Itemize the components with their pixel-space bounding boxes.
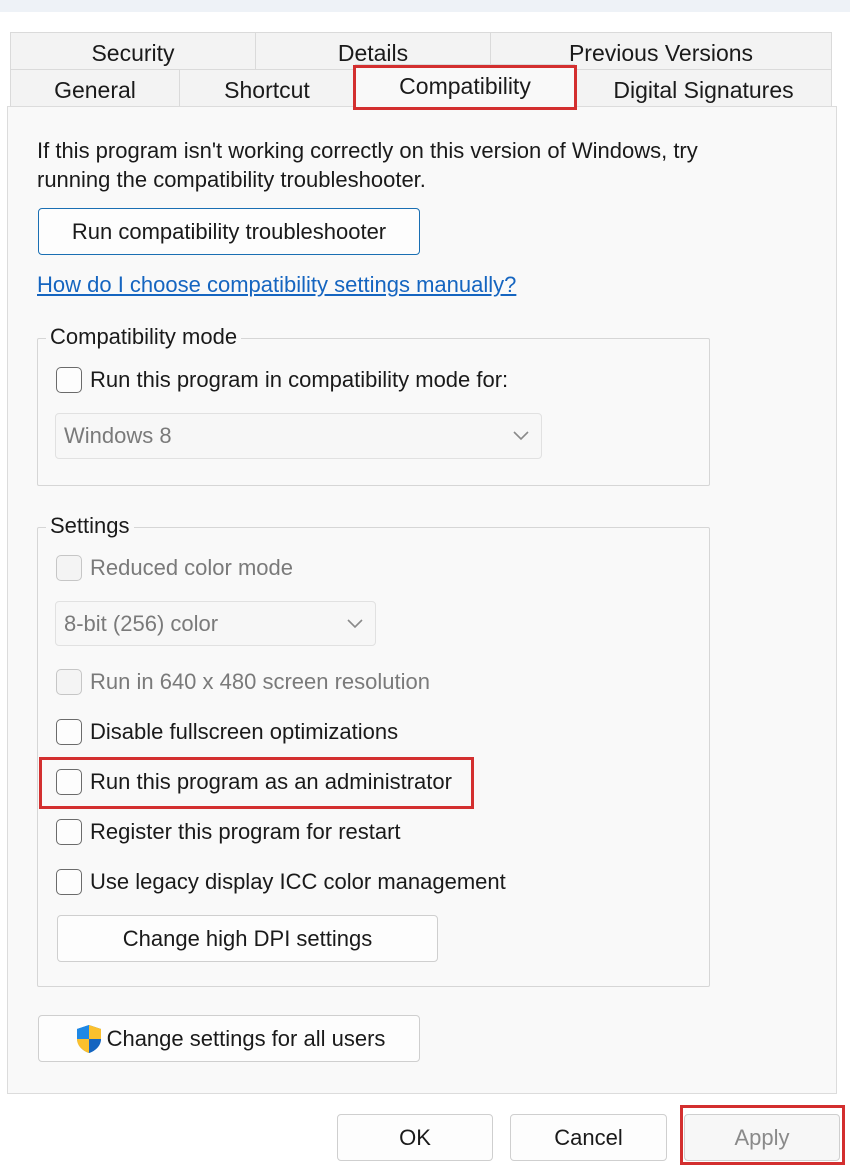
admin-checkbox[interactable]	[56, 769, 82, 795]
compatibility-mode-label: Compatibility mode	[46, 324, 242, 350]
os-select: Windows 8	[55, 413, 542, 459]
change-dpi-button[interactable]: Change high DPI settings	[57, 915, 438, 962]
reduced-color-row: Reduced color mode	[56, 555, 293, 581]
tab-security[interactable]: Security	[10, 32, 256, 70]
run-troubleshooter-button[interactable]: Run compatibility troubleshooter	[38, 208, 420, 255]
reduced-color-label: Reduced color mode	[90, 555, 294, 580]
restart-checkbox[interactable]	[56, 819, 82, 845]
resolution-row: Run in 640 x 480 screen resolution	[56, 669, 430, 695]
icc-row[interactable]: Use legacy display ICC color management	[56, 869, 506, 895]
admin-label: Run this program as an administrator	[90, 769, 452, 794]
fullscreen-label: Disable fullscreen optimizations	[90, 719, 399, 744]
resolution-checkbox	[56, 669, 82, 695]
apply-button[interactable]: Apply	[684, 1114, 840, 1161]
icc-label: Use legacy display ICC color management	[90, 869, 506, 894]
compat-mode-label: Run this program in compatibility mode f…	[90, 367, 509, 392]
cancel-button[interactable]: Cancel	[510, 1114, 667, 1161]
chevron-down-icon	[347, 618, 363, 628]
title-strip	[0, 0, 850, 12]
reduced-color-checkbox	[56, 555, 82, 581]
tab-general[interactable]: General	[10, 69, 180, 107]
ok-button[interactable]: OK	[337, 1114, 493, 1161]
tab-digital-signatures[interactable]: Digital Signatures	[575, 69, 832, 107]
icc-checkbox[interactable]	[56, 869, 82, 895]
restart-row[interactable]: Register this program for restart	[56, 819, 401, 845]
color-select-value: 8-bit (256) color	[64, 610, 219, 636]
fullscreen-row[interactable]: Disable fullscreen optimizations	[56, 719, 398, 745]
change-all-users-button[interactable]: Change settings for all users	[38, 1015, 420, 1062]
chevron-down-icon	[513, 431, 529, 441]
restart-label: Register this program for restart	[90, 819, 401, 844]
resolution-label: Run in 640 x 480 screen resolution	[90, 669, 430, 694]
compat-mode-checkbox[interactable]	[56, 367, 82, 393]
compatibility-mode-group	[37, 338, 710, 486]
compat-mode-row[interactable]: Run this program in compatibility mode f…	[56, 367, 508, 393]
admin-row[interactable]: Run this program as an administrator	[56, 769, 452, 795]
intro-line-2: running the compatibility troubleshooter…	[37, 167, 426, 192]
tab-compatibility[interactable]: Compatibility	[355, 64, 575, 108]
change-all-users-label: Change settings for all users	[106, 1025, 386, 1051]
intro-line-1: If this program isn't working correctly …	[37, 138, 698, 163]
shield-icon	[76, 1024, 101, 1053]
os-select-value: Windows 8	[64, 423, 172, 448]
settings-label: Settings	[46, 513, 134, 539]
tab-shortcut[interactable]: Shortcut	[179, 69, 355, 107]
fullscreen-checkbox[interactable]	[56, 719, 82, 745]
help-link[interactable]: How do I choose compatibility settings m…	[37, 272, 516, 298]
color-select: 8-bit (256) color	[55, 601, 376, 646]
